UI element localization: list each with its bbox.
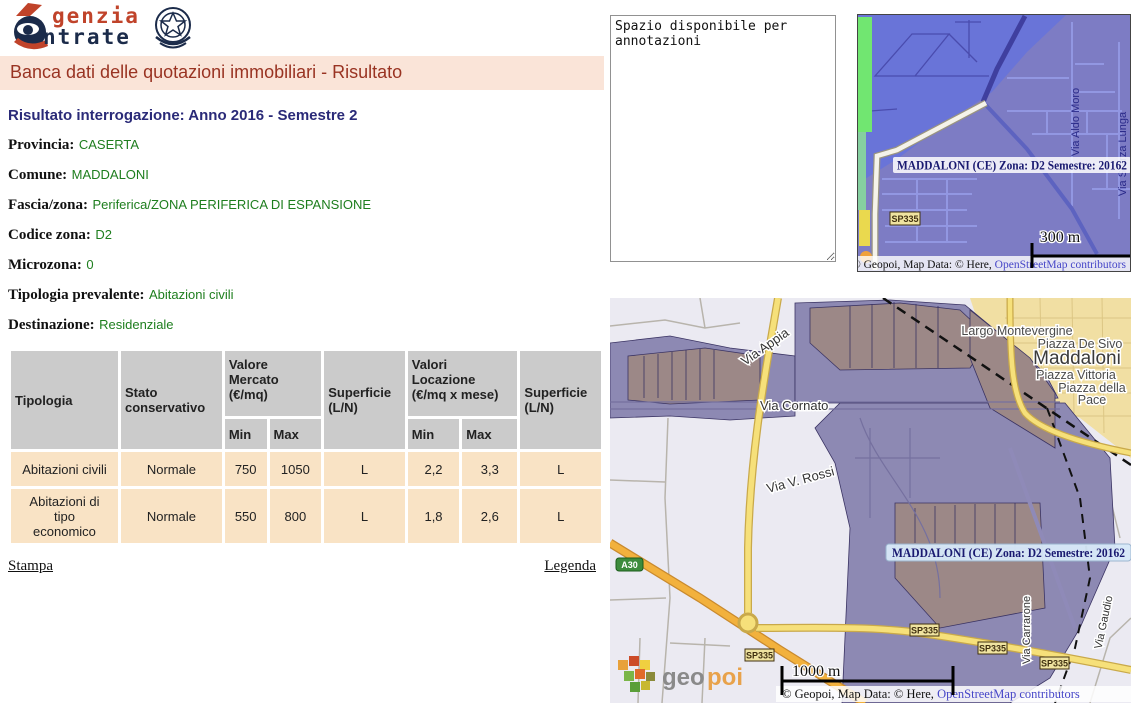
zone-label: MADDALONI (CE) Zona: D2 Semestre: 20162 bbox=[892, 546, 1125, 560]
cell-vl-min: 2,2 bbox=[408, 452, 460, 486]
svg-text:SP335: SP335 bbox=[1041, 659, 1068, 669]
street-label-starza-lunga: Via Starza Lunga bbox=[1117, 111, 1129, 196]
zone-map-small[interactable]: Via Aldo Moro Via Starza Lunga MADDALONI… bbox=[857, 14, 1131, 272]
legenda-link[interactable]: Legenda bbox=[544, 558, 596, 575]
col-header-tipologia: Tipologia bbox=[11, 351, 118, 449]
cell-stato: Normale bbox=[121, 489, 222, 543]
osm-link[interactable]: OpenStreetMap contributors bbox=[937, 687, 1080, 701]
stampa-link[interactable]: Stampa bbox=[8, 558, 53, 575]
col-header-min: Min bbox=[225, 419, 267, 449]
cell-stato: Normale bbox=[121, 452, 222, 486]
col-header-valori-locazione: Valori Locazione (€/mq x mese) bbox=[408, 351, 518, 416]
cell-vm-max: 1050 bbox=[270, 452, 322, 486]
col-header-valore-mercato: Valore Mercato (€/mq) bbox=[225, 351, 321, 416]
field-destinazione: Destinazione: Residenziale bbox=[8, 318, 604, 332]
page: genzia ntrate Banca dati delle quotazion… bbox=[0, 0, 1131, 718]
yellow-road-segment bbox=[859, 210, 870, 246]
col-header-superficie-2: Superficie (L/N) bbox=[520, 351, 601, 449]
left-column: genzia ntrate Banca dati delle quotazion… bbox=[0, 0, 604, 575]
scale-text: 1000 m bbox=[792, 663, 841, 680]
field-tipologia-prevalente: Tipologia prevalente: Abitazioni civili bbox=[8, 288, 604, 302]
table-row: Abitazioni di tipo economico Normale 550… bbox=[11, 489, 601, 543]
field-fascia-zona: Fascia/zona: Periferica/ZONA PERIFERICA … bbox=[8, 198, 604, 212]
svg-text:SP335: SP335 bbox=[891, 214, 918, 224]
field-comune: Comune: MADDALONI bbox=[8, 168, 604, 182]
field-value: Residenziale bbox=[99, 317, 173, 332]
attribution-text: © Geopoi, Map Data: © Here, bbox=[857, 259, 995, 271]
sp335-badge: SP335 bbox=[1040, 657, 1069, 669]
cell-superficie-2: L bbox=[520, 489, 601, 543]
table-row: Abitazioni civili Normale 750 1050 L 2,2… bbox=[11, 452, 601, 486]
green-area bbox=[857, 132, 866, 210]
map-attribution: © Geopoi, Map Data: © Here, OpenStreetMa… bbox=[782, 687, 1080, 701]
field-value: MADDALONI bbox=[72, 167, 149, 182]
place-label-pace: Pace bbox=[1078, 393, 1107, 407]
field-codice-zona: Codice zona: D2 bbox=[8, 228, 604, 242]
zone-map-large[interactable]: geo poi Via Appia Via Cornato Via V. Ros… bbox=[610, 298, 1131, 703]
agenzia-entrate-logo: genzia ntrate bbox=[0, 0, 604, 54]
annotations-textarea[interactable]: Spazio disponibile per annotazioni bbox=[610, 15, 836, 262]
svg-text:SP335: SP335 bbox=[979, 644, 1006, 654]
footer-links: Stampa Legenda bbox=[8, 558, 596, 575]
cell-vl-max: 2,6 bbox=[462, 489, 517, 543]
place-label-montevergine: Largo Montevergine bbox=[961, 324, 1072, 338]
cell-vm-min: 550 bbox=[225, 489, 267, 543]
cell-superficie-2: L bbox=[520, 452, 601, 486]
attribution-text: © Geopoi, Map Data: © Here, bbox=[782, 687, 937, 701]
place-label-vittoria: Piazza Vittoria bbox=[1036, 368, 1116, 382]
italian-republic-emblem-icon bbox=[150, 3, 196, 51]
street-label-carrarone: Via Carrarone bbox=[1021, 596, 1033, 664]
cell-tipologia: Abitazioni di tipo economico bbox=[11, 489, 118, 543]
cell-superficie-1: L bbox=[324, 489, 405, 543]
street-label-cornato: Via Cornato bbox=[760, 398, 828, 413]
field-value: 0 bbox=[86, 257, 93, 272]
field-value: Abitazioni civili bbox=[149, 287, 234, 302]
cell-superficie-1: L bbox=[324, 452, 405, 486]
svg-text:SP335: SP335 bbox=[911, 626, 938, 636]
place-label-maddaloni: Maddaloni bbox=[1033, 348, 1121, 369]
field-value: CASERTA bbox=[79, 137, 139, 152]
field-label: Tipologia prevalente: bbox=[8, 287, 145, 303]
osm-link[interactable]: OpenStreetMap contributors bbox=[995, 259, 1127, 271]
street-label-aldo-moro: Via Aldo Moro bbox=[1070, 88, 1082, 156]
col-header-max: Max bbox=[462, 419, 517, 449]
cell-vl-max: 3,3 bbox=[462, 452, 517, 486]
cell-tipologia: Abitazioni civili bbox=[11, 452, 118, 486]
geopoi-text-geo: geo bbox=[662, 664, 705, 691]
col-header-superficie-1: Superficie (L/N) bbox=[324, 351, 405, 449]
field-label: Microzona: bbox=[8, 257, 82, 273]
field-microzona: Microzona: 0 bbox=[8, 258, 604, 272]
field-value: Periferica/ZONA PERIFERICA DI ESPANSIONE bbox=[92, 197, 371, 212]
geopoi-text-poi: poi bbox=[707, 664, 743, 691]
map-attribution: © Geopoi, Map Data: © Here, OpenStreetMa… bbox=[857, 259, 1126, 271]
field-label: Comune: bbox=[8, 167, 67, 183]
sp335-badge: SP335 bbox=[745, 649, 774, 661]
field-provincia: Provincia: CASERTA bbox=[8, 138, 604, 152]
sp335-badge: SP335 bbox=[890, 212, 920, 225]
zone-label-band: MADDALONI (CE) Zona: D2 Semestre: 20162 bbox=[886, 544, 1131, 561]
result-heading: Risultato interrogazione: Anno 2016 - Se… bbox=[8, 107, 604, 124]
cell-vm-max: 800 bbox=[270, 489, 322, 543]
scale-text: 300 m bbox=[1040, 229, 1081, 246]
field-label: Fascia/zona: bbox=[8, 197, 88, 213]
quotations-table: Tipologia Stato conservativo Valore Merc… bbox=[8, 348, 604, 546]
field-label: Destinazione: bbox=[8, 317, 95, 333]
field-label: Codice zona: bbox=[8, 227, 91, 243]
col-header-max: Max bbox=[270, 419, 322, 449]
svg-text:SP335: SP335 bbox=[746, 651, 773, 661]
page-title: Banca dati delle quotazioni immobiliari … bbox=[0, 56, 604, 90]
cell-vl-min: 1,8 bbox=[408, 489, 460, 543]
sp335-badge: SP335 bbox=[910, 624, 939, 636]
cell-vm-min: 750 bbox=[225, 452, 267, 486]
svg-text:A30: A30 bbox=[621, 560, 638, 570]
field-value: D2 bbox=[95, 227, 112, 242]
a30-badge: A30 bbox=[616, 558, 643, 571]
field-label: Provincia: bbox=[8, 137, 74, 153]
col-header-stato: Stato conservativo bbox=[121, 351, 222, 449]
zone-label: MADDALONI (CE) Zona: D2 Semestre: 20162 bbox=[897, 159, 1127, 173]
logo-text-ntrate: ntrate bbox=[43, 25, 131, 49]
sp335-badge: SP335 bbox=[978, 642, 1007, 654]
green-area bbox=[857, 17, 872, 132]
col-header-min: Min bbox=[408, 419, 460, 449]
